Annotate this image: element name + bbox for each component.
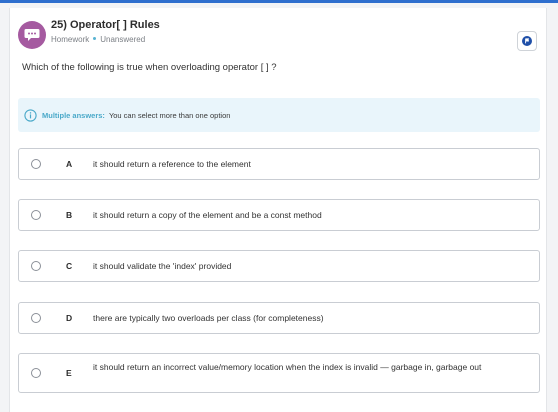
question-type: Homework [51,35,90,44]
option-d[interactable]: D there are typically two overloads per … [18,302,540,334]
option-b[interactable]: B it should return a copy of the element… [18,199,540,231]
option-d-letter: D [66,313,73,323]
option-e-radio[interactable] [31,368,41,378]
question-header: 25) Operator[ ] Rules Homework Unanswered [18,17,538,57]
option-c[interactable]: C it should validate the 'index' provide… [18,250,540,282]
info-icon [24,108,37,122]
option-c-radio[interactable] [31,261,41,271]
chat-bubble-icon [18,21,46,49]
question-status: Unanswered [100,35,146,44]
question-meta: Homework Unanswered [51,35,145,44]
option-a-letter: A [66,159,73,169]
multiple-answers-banner: Multiple answers: You can select more th… [18,98,540,132]
option-a-text: it should return a reference to the elem… [93,159,251,169]
option-d-radio[interactable] [31,313,41,323]
question-text: Which of the following is true when over… [22,62,277,73]
flag-button[interactable] [517,31,537,51]
banner-text: You can select more than one option [108,110,231,120]
option-c-text: it should validate the 'index' provided [93,261,232,271]
option-e-text: it should return an incorrect value/memo… [93,362,482,372]
banner-title: Multiple answers: [42,110,105,120]
option-d-text: there are typically two overloads per cl… [93,313,324,323]
option-b-text: it should return a copy of the element a… [93,210,322,220]
option-a-radio[interactable] [31,159,41,169]
option-b-letter: B [66,210,73,220]
option-c-letter: C [66,261,73,271]
option-e-letter: E [66,368,72,378]
option-e[interactable]: E it should return an incorrect value/me… [18,353,540,393]
option-a[interactable]: A it should return a reference to the el… [18,148,540,180]
question-title: 25) Operator[ ] Rules [51,19,160,31]
flag-icon [522,36,532,46]
question-card: 25) Operator[ ] Rules Homework Unanswered… [9,8,547,412]
option-b-radio[interactable] [31,210,41,220]
top-accent-bar [0,0,558,3]
status-dot-icon [93,37,97,41]
